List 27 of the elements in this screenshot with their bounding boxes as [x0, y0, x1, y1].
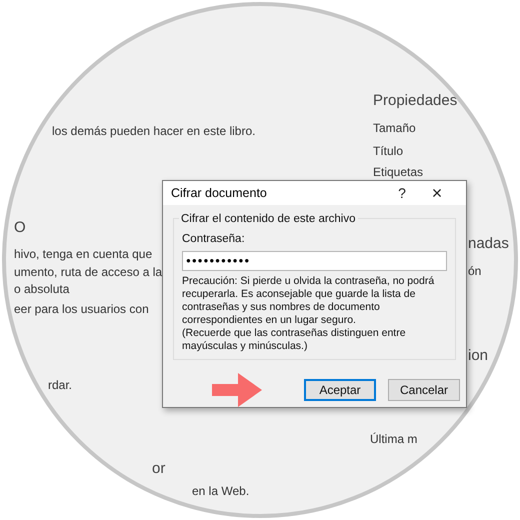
info-text: ón: [468, 263, 482, 280]
arrow-icon: [212, 373, 262, 407]
info-text: los demás pueden hacer en este libro.: [52, 123, 256, 140]
section-heading: nadas: [468, 234, 509, 254]
window-title: Cifrar documento: [171, 184, 268, 202]
info-text: eer para los usuarios con: [14, 301, 149, 318]
help-button[interactable]: ?: [384, 182, 420, 204]
info-text: en la Web.: [192, 483, 250, 500]
section-heading: ion: [468, 346, 488, 366]
dialog-button[interactable]: Cancelar: [388, 379, 460, 401]
warning-text: Precaución: Si pierde u olvida la contraseña, no podrá recuperarla. Es aconsejable que guarde la lista de contraseñas y sus nombres de documento correspondientes en un lugar seguro.: [182, 275, 436, 328]
info-text: o absoluta: [14, 281, 70, 298]
info-text: Etiquetas: [373, 164, 424, 181]
field-label: Contraseña:: [182, 232, 246, 247]
section-heading: O: [14, 218, 26, 238]
case-note: (Recuerde que las contraseñas distinguen entre mayúsculas y minúsculas.): [182, 327, 407, 354]
password-field[interactable]: ●●●●●●●●●●●: [182, 251, 447, 272]
info-text: Última m: [370, 431, 418, 448]
info-text: hivo, tenga en cuenta que: [14, 246, 152, 263]
section-heading: Propiedades: [373, 91, 458, 111]
section-heading: or: [152, 459, 166, 479]
dialog-button[interactable]: Aceptar: [304, 379, 376, 401]
info-text: umento, ruta de acceso a la: [14, 264, 162, 281]
info-text: rdar.: [48, 377, 72, 394]
info-text: Título: [373, 143, 404, 160]
info-text: Tamaño: [373, 120, 416, 137]
close-button[interactable]: ×: [422, 184, 452, 202]
